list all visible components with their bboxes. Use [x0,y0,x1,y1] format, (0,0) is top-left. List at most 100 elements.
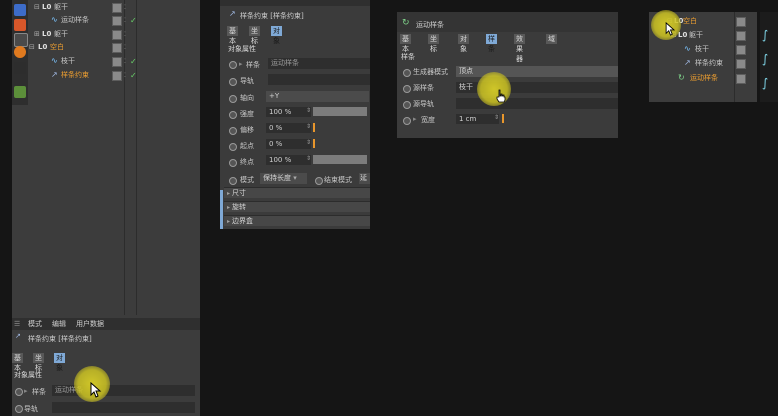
expand-arrow-icon[interactable]: ▸ [239,60,243,68]
enabled-check-icon[interactable]: ✓ [130,55,137,68]
enabled-check-icon[interactable]: ✓ [130,69,137,82]
motion-spline-icon: ↻ [678,73,685,82]
animate-radio[interactable] [229,127,237,135]
end-input[interactable]: 100 % [266,155,311,165]
menu-mode[interactable]: 模式 [28,318,42,330]
expand-icon[interactable]: ⊟ [34,1,40,14]
visibility-dots-icon[interactable]: ⁚ [124,55,126,68]
animate-radio[interactable] [15,405,23,413]
group-size[interactable]: ▸ 尺寸 [224,187,370,198]
axis-dropdown[interactable]: +Y [266,91,369,102]
spline-tool-icon[interactable]: ∫ [762,76,768,90]
tree-row[interactable]: ∿ 枝干 ⁚ ✓ [29,55,200,68]
tab-spline[interactable]: 样条 [486,34,497,53]
tab-object[interactable]: 对象 [271,26,282,45]
tab-basic[interactable]: 基本 [12,353,23,372]
chevron-down-icon: ▾ [293,174,297,182]
width-slider-marker[interactable] [502,114,504,123]
start-input[interactable]: 0 % [266,139,311,149]
strength-input[interactable]: 100 % [266,107,311,117]
animate-radio[interactable] [229,95,237,103]
tag-icon [112,43,122,53]
expand-icon[interactable]: ⊟ [29,41,35,54]
tab-basic[interactable]: 基本 [400,34,411,53]
tree-row[interactable]: ⊟ L0 空白 ⁚ [29,41,200,54]
tree-row[interactable]: ∿ 枝干 [649,43,757,56]
tree-item-label: 躯干 [54,30,68,38]
animate-radio[interactable] [403,69,411,77]
offset-slider-marker[interactable] [313,123,315,132]
rail-link-field[interactable] [52,402,195,413]
scene-tool-icon[interactable] [14,86,26,98]
tab-coordinates[interactable]: 坐标 [428,34,439,53]
width-spinner-icon[interactable]: ⇕ [494,114,499,121]
mode-dropdown[interactable]: 保持长度 ▾ [260,173,307,184]
tree-row[interactable]: ∿ 运动样条 ⁚ ✓ [29,14,200,27]
tree-row[interactable]: ↗ 样条约束 [649,57,757,70]
tree-row[interactable]: ↗ 样条约束 ⁚ ✓ [29,69,200,82]
group-rotation[interactable]: ▸ 旋转 [224,201,370,212]
attributes-menubar: ☰ 模式 编辑 用户数据 [12,318,200,330]
spline-constraint-icon: ↗ [684,58,691,67]
animate-radio[interactable] [229,159,237,167]
visibility-dots-icon[interactable]: ⁚ [124,14,126,27]
camera-tool-icon[interactable] [14,62,26,74]
animate-radio[interactable] [15,388,23,396]
tag-icon [736,17,746,27]
attributes-panel-middle: ↗ 样条约束 [样条约束] 基本 坐标 对象 对象属性 ▸ 样条 运动样条 导轨… [220,0,370,229]
spline-tool-icon[interactable]: ∫ [762,52,768,66]
tab-basic[interactable]: 基本 [227,26,238,45]
spline-s-icon[interactable] [14,46,26,58]
animate-radio[interactable] [315,177,323,185]
animate-radio[interactable] [229,177,237,185]
expand-arrow-icon[interactable]: ▸ [24,387,28,395]
tab-coordinates[interactable]: 坐标 [33,353,44,372]
expand-arrow-icon: ▸ [227,204,231,211]
offset-input[interactable]: 0 % [266,123,311,133]
gear-tool-icon[interactable] [14,33,28,47]
end-slider[interactable] [313,155,367,164]
rail-link-field[interactable] [268,74,370,85]
animate-radio[interactable] [403,117,411,125]
expand-arrow-icon[interactable]: ▸ [413,115,417,123]
width-input[interactable]: 1 cm [456,114,499,124]
strength-slider[interactable] [313,107,367,116]
generator-mode-dropdown[interactable]: 顶点 [456,66,618,77]
spline-link-field[interactable]: 运动样条 [268,58,370,69]
spline-constraint-icon: ↗ [229,9,236,18]
cube-tool-icon[interactable] [14,4,26,16]
tree-row[interactable]: ⊞ L0 躯干 ⁚ [29,28,200,41]
end-mode-dropdown[interactable]: 延 [359,173,370,184]
deformer-tool-icon[interactable] [14,19,26,31]
expand-icon[interactable]: ⊞ [34,28,40,41]
animate-radio[interactable] [229,143,237,151]
tab-object[interactable]: 对象 [458,34,469,53]
animate-radio[interactable] [229,111,237,119]
axis-label: 轴向 [240,94,254,102]
animate-radio[interactable] [403,85,411,93]
end-spinner-icon[interactable]: ⇕ [306,155,311,162]
strength-spinner-icon[interactable]: ⇕ [306,107,311,114]
enabled-check-icon[interactable]: ✓ [130,14,137,27]
tree-row[interactable]: ↻ 运动样条 [649,72,757,85]
offset-label: 偏移 [240,126,254,134]
animate-radio[interactable] [229,78,237,86]
spline-tool-icon[interactable]: ∫ [762,28,768,42]
offset-spinner-icon[interactable]: ⇕ [306,123,311,130]
null-object-icon: L0 [38,43,48,51]
start-spinner-icon[interactable]: ⇕ [306,139,311,146]
animate-radio[interactable] [229,61,237,69]
tab-object[interactable]: 对象 [54,353,65,372]
menu-edit[interactable]: 编辑 [52,318,66,330]
visibility-dots-icon[interactable]: ⁚ [124,69,126,82]
visibility-dots-icon[interactable]: ⁚ [124,41,126,54]
visibility-dots-icon[interactable]: ⁚ [124,28,126,41]
start-slider-marker[interactable] [313,139,315,148]
tab-fields[interactable]: 域 [546,34,557,44]
animate-radio[interactable] [403,101,411,109]
visibility-dots-icon[interactable]: ⁚ [124,1,126,14]
group-bounding-box[interactable]: ▸ 边界盒 [224,215,370,226]
tab-effectors[interactable]: 效果器 [514,34,525,63]
tab-coordinates[interactable]: 坐标 [249,26,260,45]
menu-user-data[interactable]: 用户数据 [76,318,104,330]
